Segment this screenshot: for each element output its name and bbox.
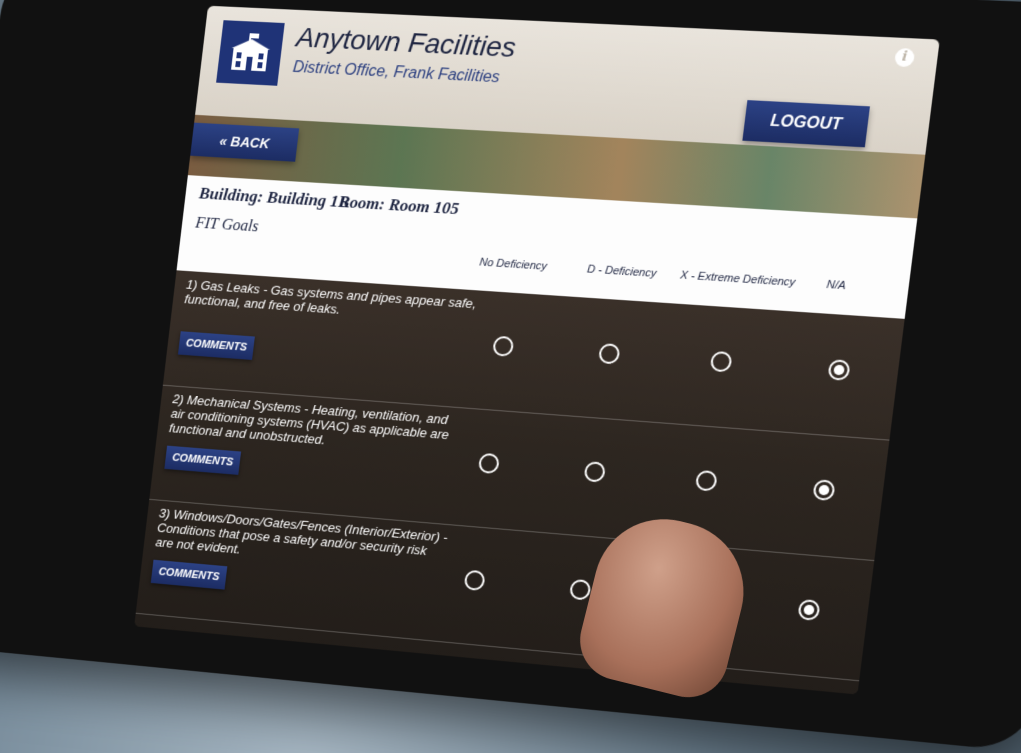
- comments-button[interactable]: COMMENTS: [150, 559, 228, 590]
- radio-d-deficiency[interactable]: [583, 461, 607, 483]
- radio-x-extreme-deficiency[interactable]: [694, 469, 718, 492]
- radio-d-deficiency[interactable]: [568, 578, 592, 601]
- tablet-frame: Anytown Facilities District Office, Fran…: [0, 0, 1021, 753]
- column-header-d-deficiency: D - Deficiency: [586, 263, 658, 280]
- info-icon[interactable]: i: [893, 47, 916, 68]
- radio-no-deficiency[interactable]: [463, 569, 486, 592]
- comments-button[interactable]: COMMENTS: [164, 445, 242, 475]
- radio-na[interactable]: [797, 598, 821, 622]
- radio-no-deficiency[interactable]: [477, 452, 501, 475]
- app-title: Anytown Facilities: [294, 21, 518, 64]
- school-building-icon: [216, 20, 285, 86]
- radio-na[interactable]: [827, 359, 851, 381]
- tablet-screen: Anytown Facilities District Office, Fran…: [134, 5, 940, 695]
- room-label: Room: Room 105: [337, 192, 461, 219]
- radio-no-deficiency[interactable]: [492, 335, 515, 357]
- checklist: 1) Gas Leaks - Gas systems and pipes app…: [134, 270, 905, 695]
- building-label: Building: Building 1B: [198, 183, 351, 212]
- radio-x-extreme-deficiency[interactable]: [709, 350, 733, 373]
- column-header-x-extreme-deficiency: X - Extreme Deficiency: [679, 269, 797, 289]
- radio-na[interactable]: [812, 479, 836, 502]
- column-header-no-deficiency: No Deficiency: [478, 256, 548, 273]
- section-title: FIT Goals: [194, 214, 260, 236]
- comments-button[interactable]: COMMENTS: [177, 331, 255, 360]
- logout-button[interactable]: LOGOUT: [742, 100, 870, 148]
- radio-d-deficiency[interactable]: [597, 343, 621, 365]
- back-button[interactable]: « BACK: [190, 122, 300, 162]
- column-header-na: N/A: [825, 278, 847, 293]
- app-subtitle: District Office, Frank Facilities: [291, 59, 501, 87]
